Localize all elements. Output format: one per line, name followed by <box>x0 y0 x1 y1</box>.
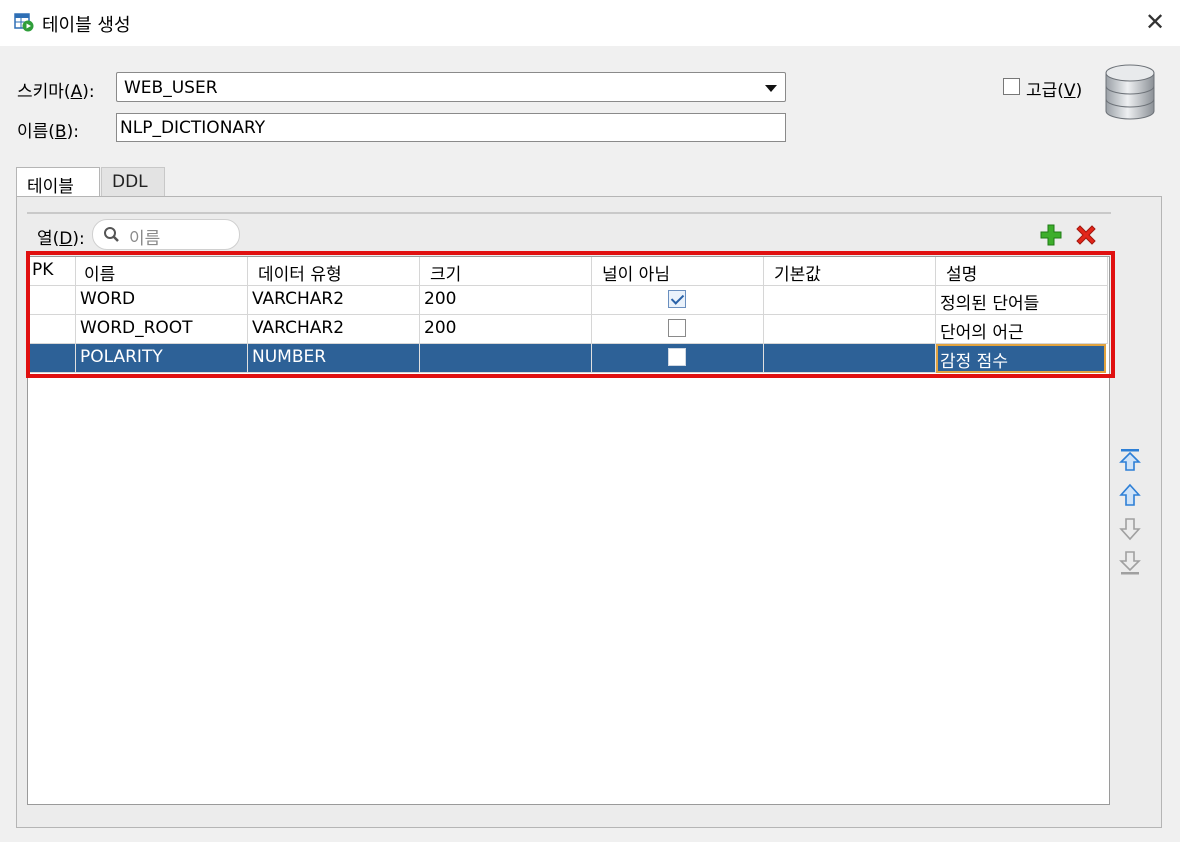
cell-default[interactable] <box>764 344 936 373</box>
table-name-value: NLP_DICTIONARY <box>120 118 266 138</box>
not-null-checkbox[interactable] <box>668 319 686 337</box>
cell-size[interactable] <box>420 344 592 373</box>
panel-divider <box>27 212 1111 214</box>
cell-description-editing[interactable]: 감정 점수 <box>936 344 1106 373</box>
header-pk[interactable]: PK <box>28 257 76 286</box>
header-description[interactable]: 설명 <box>936 257 1108 286</box>
window-title: 테이블 생성 <box>42 15 131 36</box>
cell-name[interactable]: POLARITY <box>76 344 248 373</box>
not-null-checkbox[interactable] <box>668 290 686 308</box>
header-default[interactable]: 기본값 <box>764 257 936 286</box>
advanced-label-suffix: ) <box>1075 81 1083 101</box>
schema-value: WEB_USER <box>124 78 218 98</box>
cell-not-null[interactable] <box>592 344 764 373</box>
cell-name[interactable]: WORD_ROOT <box>76 315 248 344</box>
advanced-label: 고급(V) <box>1026 76 1082 101</box>
search-placeholder: 이름 <box>129 229 161 249</box>
cell-description[interactable]: 정의된 단어들 <box>936 286 1108 315</box>
schema-label: 스키마(A): <box>17 77 95 102</box>
columns-label-text: 열( <box>37 229 60 249</box>
advanced-label-mnemonic: V <box>1063 81 1076 101</box>
header-size[interactable]: 크기 <box>420 257 592 286</box>
not-null-checkbox[interactable] <box>668 348 686 366</box>
columns-label-mnemonic: D <box>59 229 73 249</box>
cell-default[interactable] <box>764 315 936 344</box>
name-label: 이름(B): <box>17 117 79 142</box>
table-name-input[interactable]: NLP_DICTIONARY <box>116 113 786 142</box>
cell-not-null[interactable] <box>592 315 764 344</box>
cell-pk[interactable] <box>28 315 76 344</box>
columns-label-suffix: ): <box>72 229 85 249</box>
cell-data-type[interactable]: VARCHAR2 <box>248 286 420 315</box>
header-data-type[interactable]: 데이터 유형 <box>248 257 420 286</box>
close-button[interactable]: ✕ <box>1140 6 1170 38</box>
cell-pk[interactable] <box>28 286 76 315</box>
move-to-bottom-icon[interactable] <box>1118 550 1142 576</box>
advanced-label-text: 고급( <box>1026 81 1064 101</box>
cell-size[interactable]: 200 <box>420 286 592 315</box>
database-icon <box>1105 64 1155 120</box>
header-not-null[interactable]: 널이 아님 <box>592 257 764 286</box>
search-icon <box>104 227 119 242</box>
move-down-icon[interactable] <box>1118 516 1142 542</box>
schema-label-mnemonic: A <box>70 82 83 102</box>
add-column-button[interactable] <box>1039 223 1063 247</box>
name-label-text: 이름( <box>17 122 55 142</box>
header-name[interactable]: 이름 <box>76 257 248 286</box>
cell-size[interactable]: 200 <box>420 315 592 344</box>
column-search-input[interactable]: 이름 <box>92 219 240 250</box>
advanced-checkbox-box[interactable] <box>1003 78 1020 95</box>
cell-name[interactable]: WORD <box>76 286 248 315</box>
cell-default[interactable] <box>764 286 936 315</box>
delete-column-button[interactable] <box>1073 222 1099 248</box>
cell-data-type[interactable]: VARCHAR2 <box>248 315 420 344</box>
schema-select[interactable]: WEB_USER <box>116 72 786 102</box>
cell-description[interactable]: 단어의 어근 <box>936 315 1108 344</box>
cell-data-type[interactable]: NUMBER <box>248 344 420 373</box>
tab-table[interactable]: 테이블 <box>16 167 100 197</box>
cell-pk[interactable] <box>28 344 76 373</box>
title-bar: 테이블 생성 ✕ <box>0 0 1180 46</box>
schema-label-text: 스키마( <box>17 82 71 102</box>
create-table-icon <box>14 13 34 32</box>
tab-ddl[interactable]: DDL <box>101 167 165 196</box>
move-to-top-icon[interactable] <box>1118 447 1142 473</box>
schema-label-suffix: ): <box>82 82 95 102</box>
move-up-icon[interactable] <box>1118 482 1142 508</box>
name-label-suffix: ): <box>66 122 79 142</box>
name-label-mnemonic: B <box>54 122 67 142</box>
cell-not-null[interactable] <box>592 286 764 315</box>
columns-label: 열(D): <box>37 224 85 249</box>
chevron-down-icon <box>765 85 777 92</box>
